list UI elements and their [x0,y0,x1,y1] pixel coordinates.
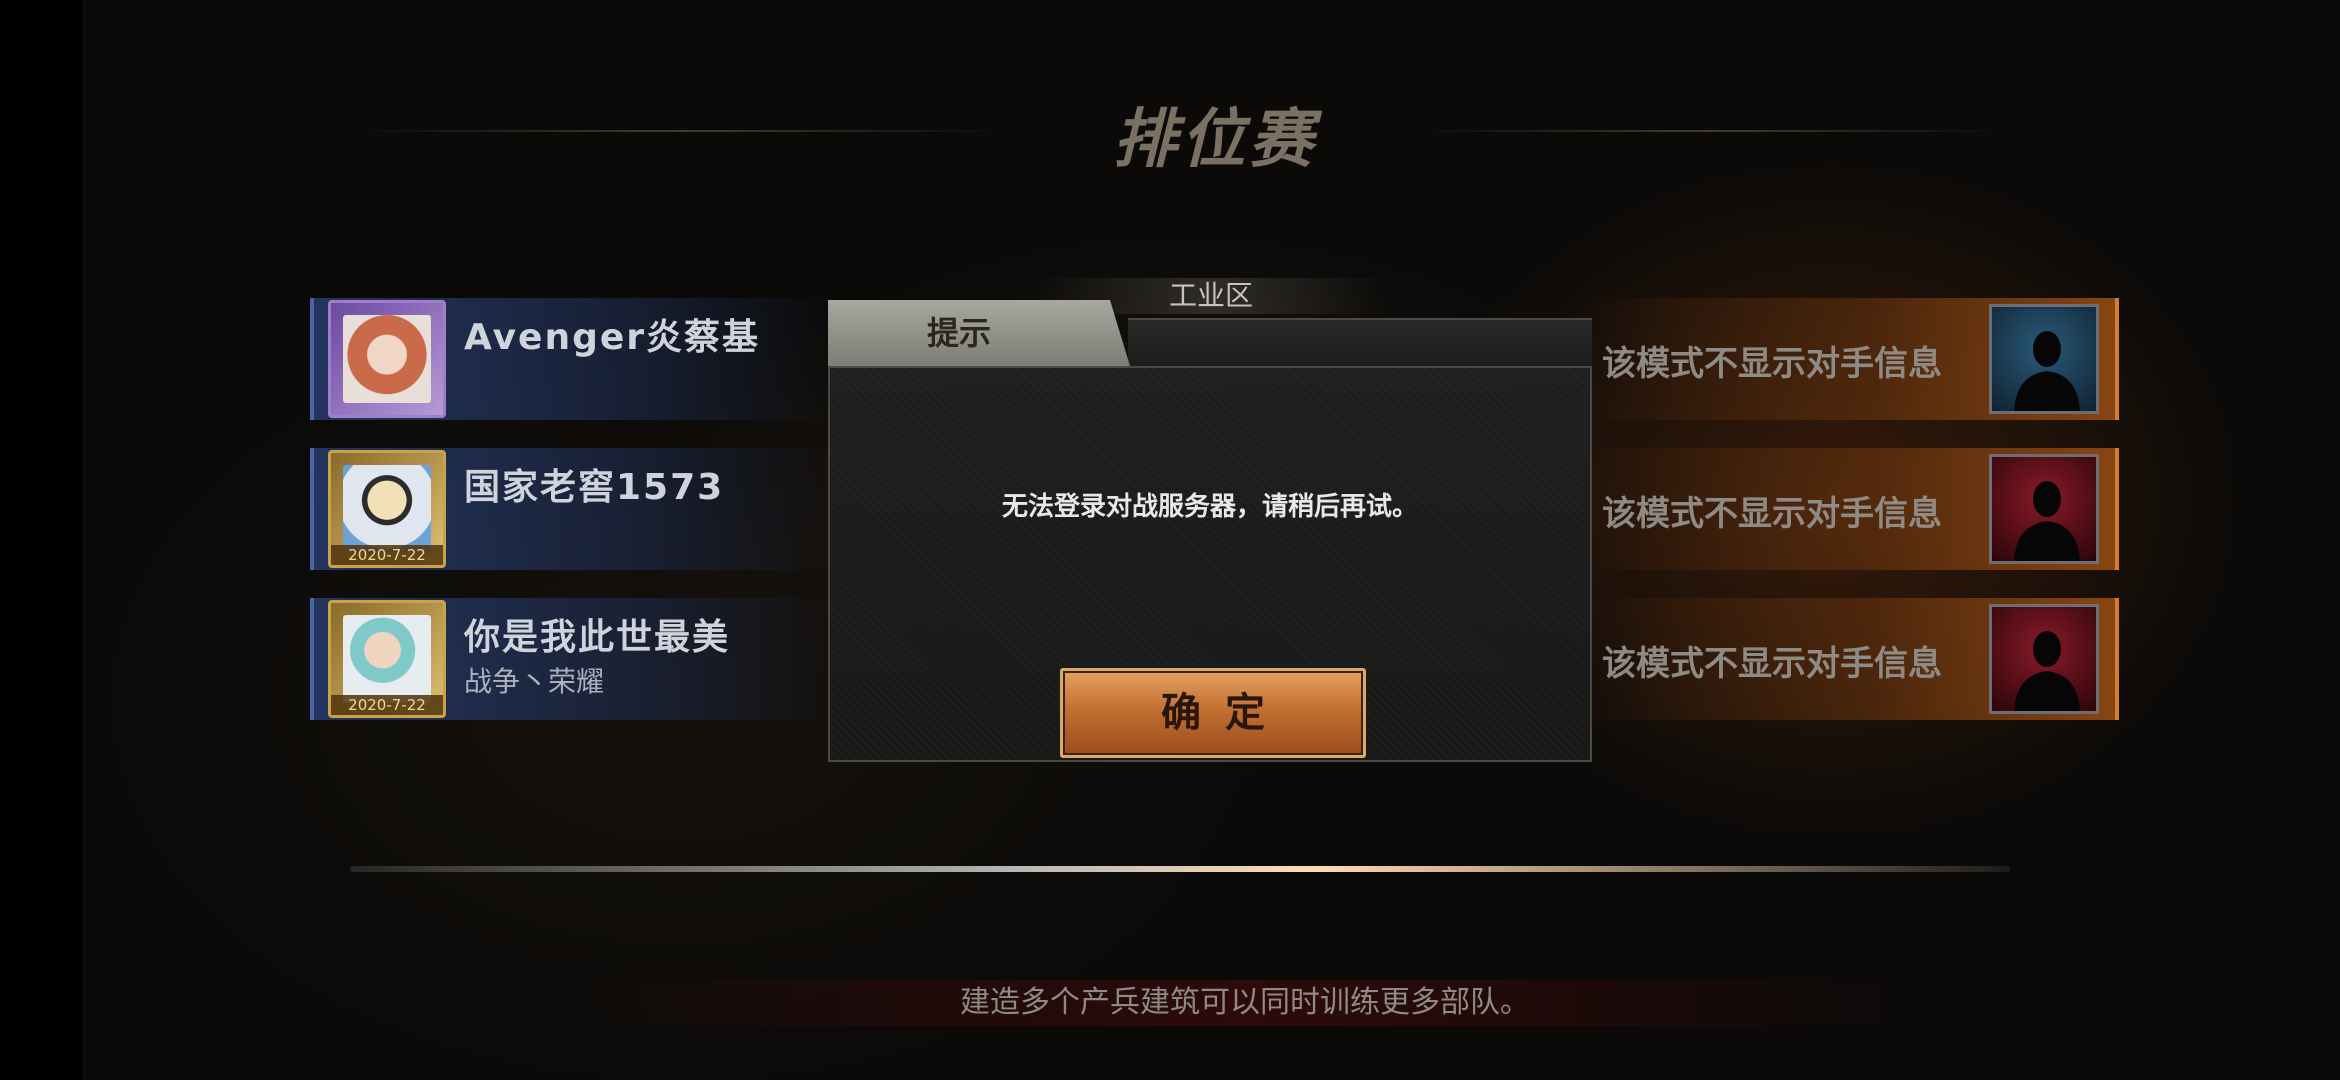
title-divider-left [350,130,1010,132]
player-avatar: 2020-7-22 [328,600,446,718]
dialog-header-bar [1128,318,1592,368]
player-name: Avenger炎蔡基 [464,317,761,358]
player-name: 国家老窖1573 [464,467,725,508]
opponent-row: 该模式不显示对手信息 [1580,598,2119,720]
confirm-button[interactable]: 确定 [1060,668,1366,758]
matchmaking-progress-line [350,866,2010,872]
player-row: Avenger炎蔡基 [310,298,834,420]
mode-title: 排位赛 [1113,103,1317,177]
opponent-silhouette-avatar [1989,304,2099,414]
opponent-row: 该模式不显示对手信息 [1580,298,2119,420]
opponent-silhouette-avatar [1989,454,2099,564]
silhouette-icon [2014,481,2080,561]
player-avatar [328,300,446,418]
player-name: 你是我此世最美 [464,617,731,658]
opponent-silhouette-avatar [1989,604,2099,714]
alert-dialog: 提示 无法登录对战服务器，请稍后再试。 确定 [828,300,1592,764]
opponent-row: 该模式不显示对手信息 [1580,448,2119,570]
loading-tip: 建造多个产兵建筑可以同时训练更多部队。 [580,980,1910,1026]
player-row: 2020-7-22 国家老窖1573 [310,448,834,570]
opponent-hidden-text: 该模式不显示对手信息 [1602,494,1942,534]
player-row: 2020-7-22 你是我此世最美 战争丶荣耀 [310,598,834,720]
avatar-date: 2020-7-22 [331,695,443,715]
player-avatar: 2020-7-22 [328,450,446,568]
avatar-date: 2020-7-22 [331,545,443,565]
opponent-hidden-text: 该模式不显示对手信息 [1602,644,1942,684]
dialog-body: 无法登录对战服务器，请稍后再试。 确定 [828,366,1592,762]
silhouette-icon [2014,331,2080,411]
dialog-message: 无法登录对战服务器，请稍后再试。 [1001,492,1418,522]
title-divider-right [1415,130,2005,132]
silhouette-icon [2014,631,2080,711]
dialog-title: 提示 [926,314,991,352]
opponent-hidden-text: 该模式不显示对手信息 [1602,344,1942,384]
player-subtitle: 战争丶荣耀 [464,665,605,698]
